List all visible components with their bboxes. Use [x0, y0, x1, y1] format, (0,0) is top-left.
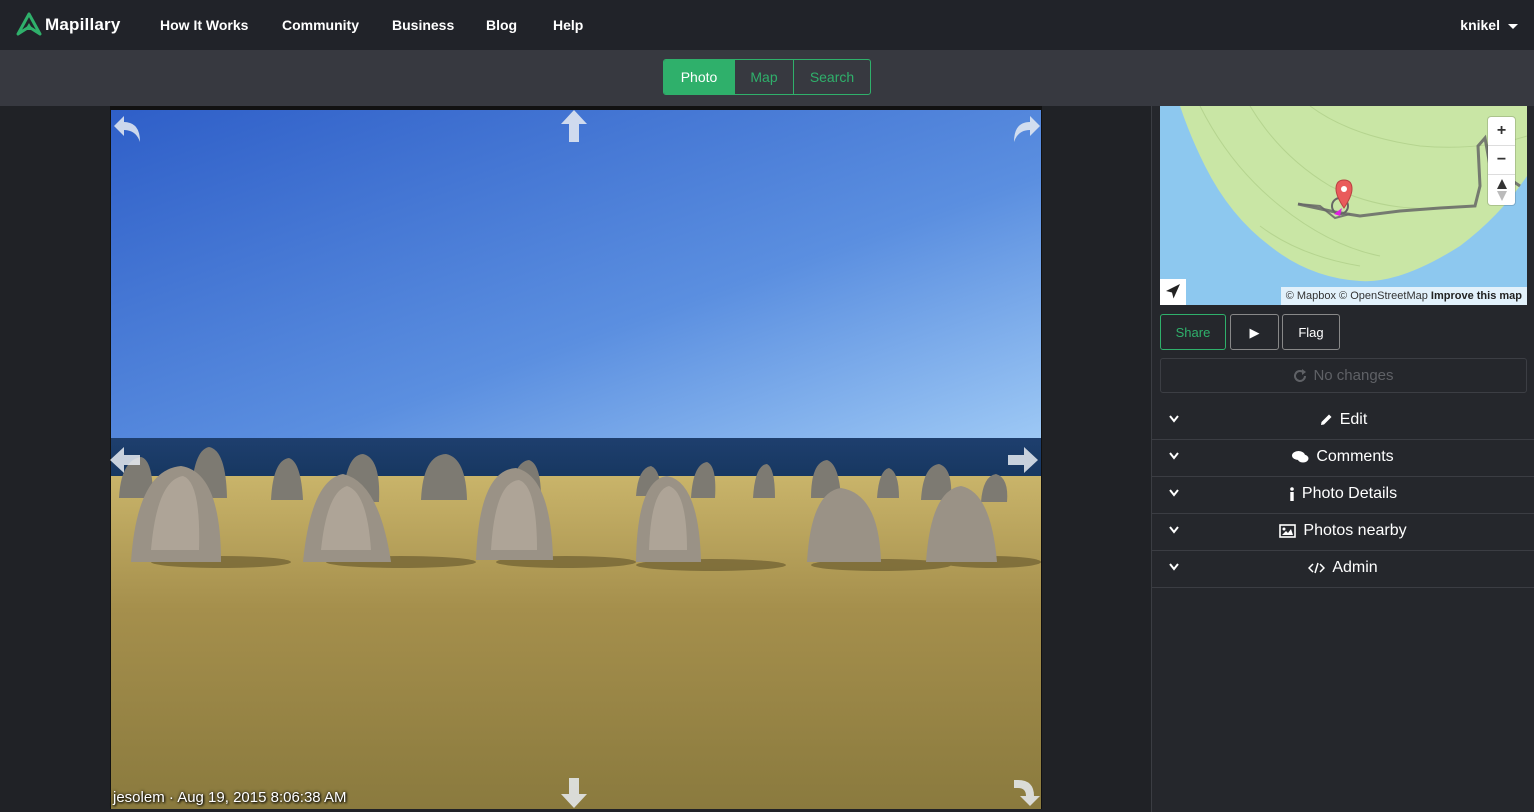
right-arrow-icon[interactable] [1006, 444, 1040, 476]
user-menu[interactable]: knikel [1460, 17, 1518, 33]
tab-photo[interactable]: Photo [664, 60, 734, 94]
locate-button[interactable] [1160, 279, 1186, 305]
play-button[interactable]: ▶ [1230, 314, 1279, 350]
compass-icon [1496, 179, 1507, 201]
improve-map-link[interactable]: Improve this map [1431, 290, 1522, 302]
share-button[interactable]: Share [1160, 314, 1226, 350]
refresh-icon [1294, 368, 1307, 382]
left-arrow-icon[interactable] [110, 444, 142, 476]
section-edit[interactable]: Edit [1152, 402, 1534, 440]
mapillary-logo-icon [16, 12, 42, 36]
compass-button[interactable] [1488, 175, 1515, 205]
info-icon [1290, 487, 1294, 501]
turn-left-arrow-icon[interactable] [110, 110, 146, 146]
section-comments-label: Comments [1316, 448, 1394, 465]
section-admin-label: Admin [1332, 559, 1378, 576]
mini-map[interactable]: + − © Mapbox © OpenStreetMap Improve thi… [1160, 106, 1527, 305]
nav-how-it-works[interactable]: How It Works [160, 17, 248, 33]
tab-map[interactable]: Map [734, 60, 793, 94]
section-admin[interactable]: Admin [1152, 550, 1534, 588]
status-text: No changes [1313, 367, 1394, 384]
username: knikel [1460, 17, 1500, 33]
turn-right-arrow-icon[interactable] [1008, 110, 1042, 146]
attribution-text[interactable]: © Mapbox © OpenStreetMap [1286, 290, 1428, 302]
location-arrow-icon [1166, 284, 1180, 299]
code-icon [1308, 562, 1326, 574]
app-name: Mapillary [45, 15, 121, 34]
nav-blog[interactable]: Blog [486, 17, 517, 33]
street-photo[interactable] [111, 110, 1041, 809]
pencil-icon [1320, 414, 1332, 425]
section-comments[interactable]: Comments [1152, 439, 1534, 477]
map-attribution: © Mapbox © OpenStreetMap Improve this ma… [1280, 287, 1527, 305]
photo-viewer[interactable] [110, 106, 1042, 809]
photo-credit[interactable]: jesolem · Aug 19, 2015 8:06:38 AM [113, 789, 347, 806]
section-photo-details[interactable]: Photo Details [1152, 476, 1534, 514]
zoom-in-button[interactable]: + [1488, 117, 1515, 146]
flag-button[interactable]: Flag [1282, 314, 1340, 350]
view-switcher: Photo Map Search [663, 59, 871, 95]
zoom-out-button[interactable]: − [1488, 146, 1515, 175]
zoom-controls: + − [1488, 117, 1515, 205]
save-status: No changes [1160, 358, 1527, 393]
section-photo-details-label: Photo Details [1301, 485, 1398, 502]
section-edit-label: Edit [1339, 411, 1368, 428]
u-turn-arrow-icon[interactable] [1008, 776, 1042, 809]
nav-business[interactable]: Business [392, 17, 454, 33]
map-canvas[interactable] [1160, 106, 1527, 305]
comments-icon [1292, 451, 1309, 463]
tab-search[interactable]: Search [793, 60, 870, 94]
backward-arrow-icon[interactable] [558, 776, 590, 809]
nav-community[interactable]: Community [282, 17, 359, 33]
nav-help[interactable]: Help [553, 17, 583, 33]
caret-down-icon [1508, 23, 1518, 29]
forward-arrow-icon[interactable] [558, 108, 590, 144]
section-photos-nearby-label: Photos nearby [1303, 522, 1407, 539]
section-photos-nearby[interactable]: Photos nearby [1152, 513, 1534, 551]
image-icon [1279, 524, 1297, 538]
mapillary-logo[interactable]: Mapillary [16, 10, 121, 40]
top-navbar: Mapillary How It Works Community Busines… [0, 0, 1534, 50]
